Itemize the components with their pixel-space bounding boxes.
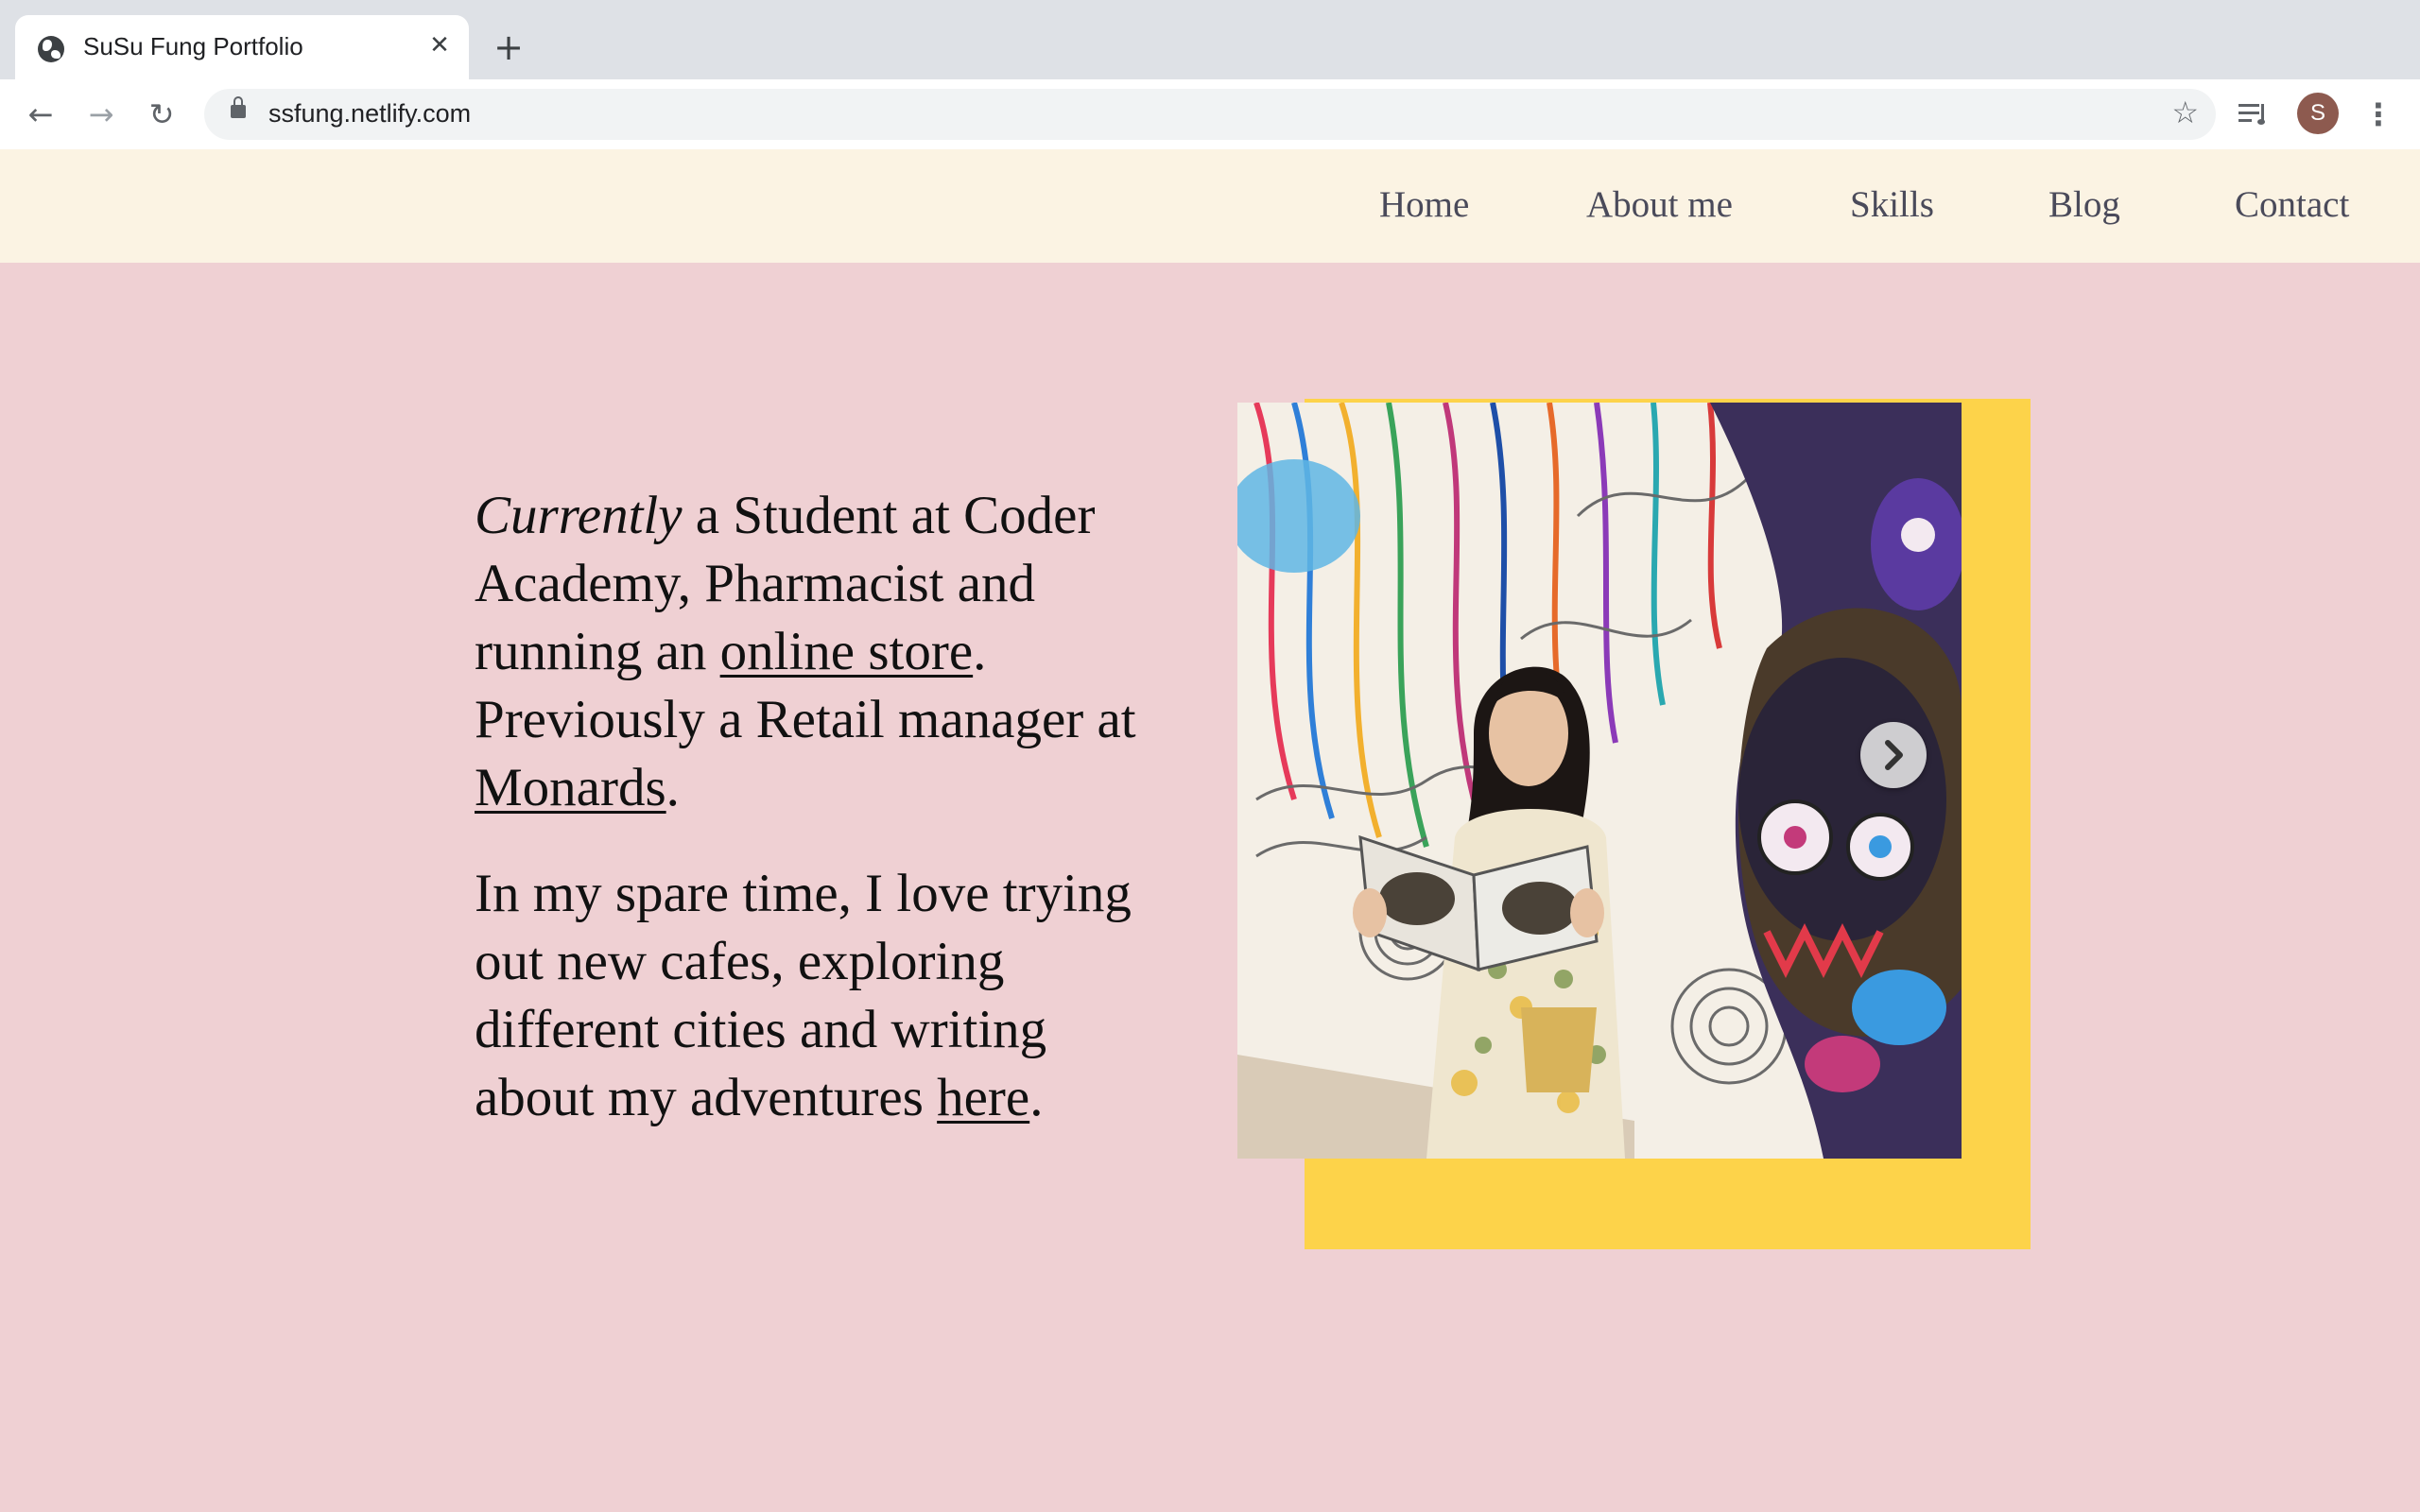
chevron-right-icon [1885, 740, 1903, 770]
address-bar[interactable]: ssfung.netlify.com ☆ [204, 89, 2216, 140]
url-text[interactable]: ssfung.netlify.com [268, 99, 471, 129]
intro-text: Currently a Student at Coder Academy, Ph… [475, 482, 1174, 1170]
hobbies-paragraph: In my spare time, I love trying out new … [475, 860, 1174, 1132]
hobbies-text-segment: . [1029, 1068, 1044, 1127]
browser-tab-strip: SuSu Fung Portfolio ✕ + [0, 0, 2420, 79]
intro-paragraph: Currently a Student at Coder Academy, Ph… [475, 482, 1174, 822]
new-tab-button[interactable]: + [490, 28, 527, 66]
browser-toolbar: ← → ↻ ssfung.netlify.com ☆ S ⋮ [0, 79, 2420, 150]
forward-button[interactable]: → [79, 93, 123, 136]
nav-skills[interactable]: Skills [1850, 183, 1934, 226]
lock-icon [231, 96, 246, 118]
monards-link[interactable]: Monards [475, 758, 666, 817]
globe-icon [38, 36, 64, 62]
profile-avatar[interactable]: S [2297, 93, 2339, 134]
online-store-link[interactable]: online store [720, 622, 974, 681]
profile-photo [1237, 403, 1962, 1159]
media-controls-icon[interactable] [2235, 96, 2273, 134]
browser-menu-icon[interactable]: ⋮ [2363, 93, 2394, 136]
site-navbar: Home About me Skills Blog Contact [0, 149, 2420, 263]
tab-title: SuSu Fung Portfolio [83, 32, 303, 60]
nav-blog[interactable]: Blog [2048, 183, 2120, 226]
close-tab-icon[interactable]: ✕ [424, 29, 456, 61]
intro-text-segment: . [666, 758, 680, 817]
browser-tab[interactable]: SuSu Fung Portfolio ✕ [15, 15, 469, 79]
nav-contact[interactable]: Contact [2235, 183, 2349, 226]
carousel-next-button[interactable] [1860, 722, 1927, 788]
back-button[interactable]: ← [19, 93, 62, 136]
nav-about-me[interactable]: About me [1586, 183, 1733, 226]
bookmark-star-icon[interactable]: ☆ [2171, 94, 2199, 130]
reload-button[interactable]: ↻ [140, 93, 183, 136]
intro-emphasis: Currently [475, 486, 683, 545]
blog-here-link[interactable]: here [937, 1068, 1029, 1127]
nav-home[interactable]: Home [1379, 183, 1469, 226]
